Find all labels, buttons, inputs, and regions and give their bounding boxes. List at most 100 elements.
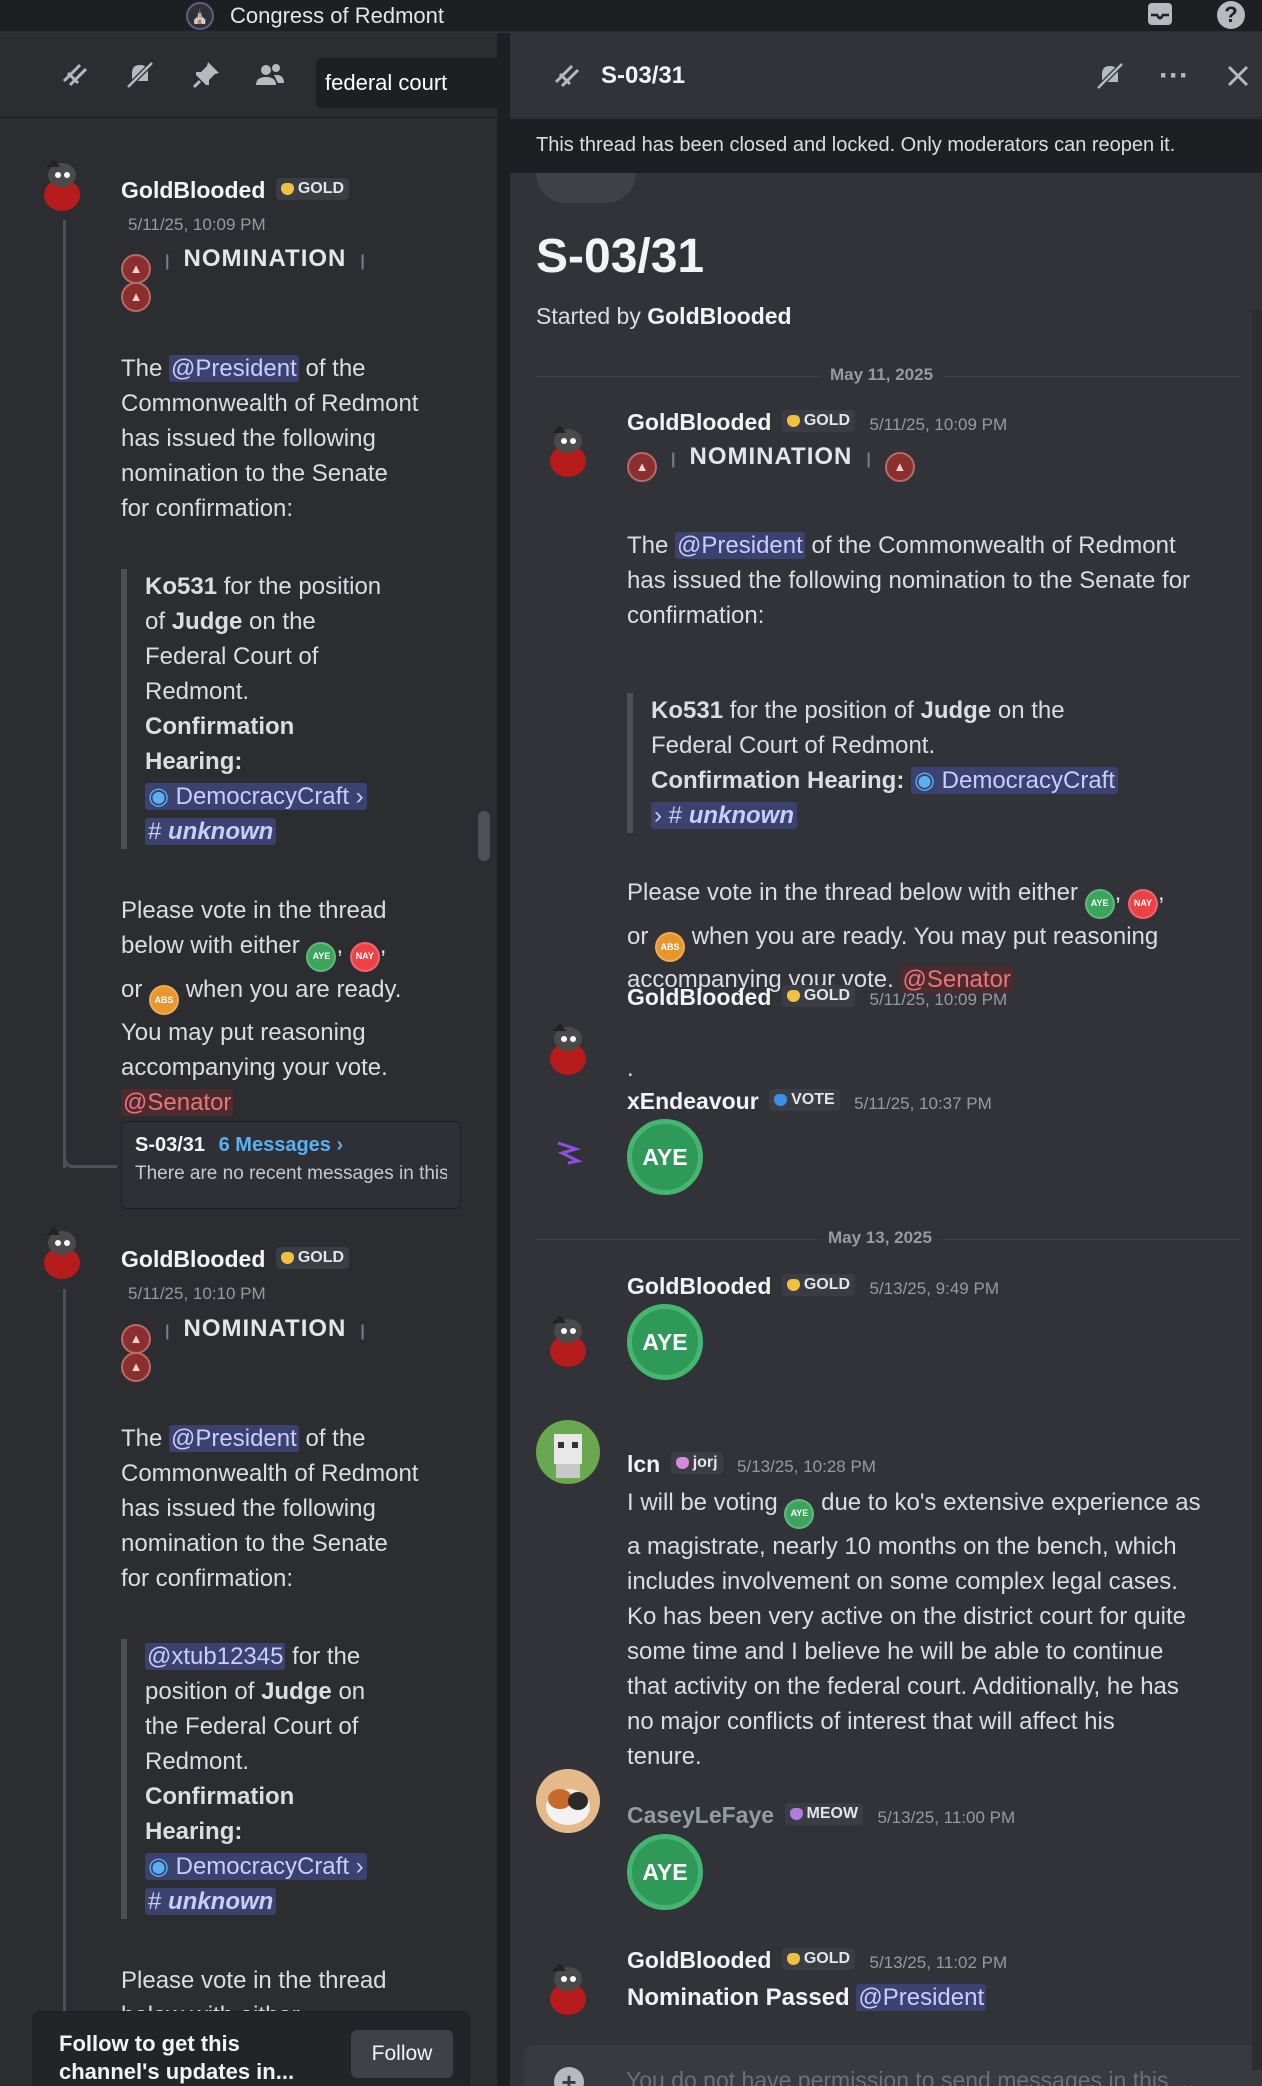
thread-header: S-03/31 ··· [510, 33, 1262, 118]
avatar[interactable] [536, 419, 600, 483]
channel-link[interactable]: › # unknown [651, 802, 798, 829]
author-name[interactable]: GoldBlooded [121, 1246, 265, 1272]
follow-button[interactable]: Follow [351, 2030, 453, 2078]
timestamp: 5/13/25, 10:28 PM [737, 1457, 876, 1476]
thread-spine-curve [63, 1133, 117, 1168]
pin-icon[interactable] [188, 57, 224, 93]
avatar[interactable] [30, 153, 94, 217]
server-link[interactable]: ◉ DemocracyCraft [911, 767, 1119, 794]
text: the Federal Court of [145, 1713, 359, 1740]
text: of [145, 608, 166, 635]
avatar[interactable] [536, 1017, 600, 1081]
text: Judge [261, 1678, 332, 1705]
message-body: Nomination Passed @President [627, 1980, 987, 2015]
author-name[interactable]: GoldBlooded [627, 1947, 771, 1973]
mention-president[interactable]: @President [675, 532, 805, 559]
author-name[interactable]: lcn [627, 1451, 660, 1477]
author-name[interactable]: GoldBlooded [627, 409, 771, 435]
locked-notice: This thread has been closed and locked. … [510, 119, 1262, 173]
channel-link[interactable]: # unknown [145, 1888, 277, 1915]
mute-notifications-icon[interactable] [1092, 58, 1128, 94]
message-body: The @President of the Commonwealth of Re… [121, 351, 481, 526]
thread-message-count[interactable]: 6 Messages › [219, 1134, 344, 1156]
text: below with either [121, 932, 300, 959]
member-list-icon[interactable] [252, 57, 288, 93]
thread-title: S-03/31 [601, 62, 686, 89]
author-name[interactable]: xEndeavour [627, 1088, 759, 1114]
text: Hearing: [145, 748, 243, 775]
thread-spine [63, 1289, 66, 2086]
nomination-label: NOMINATION [689, 443, 853, 470]
text: nomination to the Senate [121, 460, 388, 487]
search-input[interactable]: federal court [316, 58, 497, 108]
mention-president[interactable]: @President [169, 355, 299, 382]
mention-user[interactable]: @xtub12345 [145, 1643, 286, 1670]
text: The [121, 355, 163, 382]
message-body: I will be voting AYE due to ko's extensi… [627, 1485, 1252, 1774]
seal-row: ▲ [121, 1351, 151, 1382]
seal-icon: ▲ [627, 451, 657, 482]
avatar[interactable] [536, 1769, 600, 1833]
message-header: CaseyLeFaye MEOW 5/13/25, 11:00 PM [627, 1802, 1015, 1829]
server-link-label: DemocracyCraft [175, 1853, 349, 1880]
timestamp: 5/11/25, 10:09 PM [869, 990, 1008, 1009]
avatar[interactable] [30, 1221, 94, 1285]
thread-scrollbar-track[interactable] [1252, 310, 1262, 2070]
mention-president[interactable]: @President [169, 1425, 299, 1452]
blockquote: Ko531 for the position of Judge on the F… [121, 569, 421, 849]
text: Please vote in the thread [121, 1967, 387, 1994]
thread-start-icon [536, 173, 636, 203]
text: Started by [536, 303, 641, 329]
help-icon[interactable]: ? [1217, 1, 1245, 29]
message-header: GoldBlooded GOLD [121, 177, 350, 204]
threads-icon[interactable] [58, 57, 94, 93]
text: Federal Court of [145, 643, 319, 670]
close-icon[interactable] [1220, 58, 1256, 94]
text: Ko has been very active on the district … [627, 1602, 1186, 1630]
avatar[interactable] [536, 1957, 600, 2021]
message-body: The @President of the Commonwealth of Re… [627, 528, 1247, 633]
server-link-label: DemocracyCraft [175, 783, 349, 810]
mute-notifications-icon[interactable] [122, 57, 158, 93]
text: has issued the following [121, 425, 376, 452]
thread-panel: S-03/31 ··· This thread has been closed … [510, 33, 1262, 2086]
follow-banner: Follow to get this channel's updates in.… [32, 2011, 470, 2086]
more-options-icon[interactable]: ··· [1156, 58, 1192, 94]
message-header: GoldBlooded GOLD 5/11/25, 10:09 PM [627, 984, 1007, 1011]
channel-link[interactable]: # unknown [145, 818, 277, 845]
text: position of [145, 1678, 255, 1705]
starter-name[interactable]: GoldBlooded [647, 303, 791, 329]
author-name[interactable]: CaseyLeFaye [627, 1802, 774, 1828]
server-link[interactable]: ◉ DemocracyCraft › [145, 783, 367, 810]
avatar[interactable] [536, 1420, 600, 1484]
thread-card[interactable]: S-03/31 6 Messages › There are no recent… [121, 1121, 461, 1209]
role-tag: GOLD [781, 1948, 856, 1970]
author-name[interactable]: GoldBlooded [627, 984, 771, 1010]
avatar[interactable] [536, 1309, 600, 1373]
text: has issued the following nomination to t… [627, 567, 1191, 594]
nomination-banner: ▲ | NOMINATION | ▲ [627, 443, 915, 482]
add-attachment-icon[interactable]: + [554, 2067, 584, 2086]
mention-senator[interactable]: @Senator [121, 1089, 234, 1116]
role-tag: GOLD [781, 1274, 856, 1296]
composer-placeholder: You do not have permission to send messa… [626, 2067, 1195, 2086]
channel-name: unknown [168, 818, 274, 845]
author-name[interactable]: GoldBlooded [121, 177, 265, 203]
message-header: GoldBlooded GOLD 5/13/25, 11:02 PM [627, 1947, 1007, 1974]
panel-resize-handle[interactable] [497, 33, 510, 2086]
text: Hearing: [145, 1818, 243, 1845]
thread-icon [550, 58, 586, 94]
nomination-label: NOMINATION [183, 245, 347, 272]
scrollbar-thumb[interactable] [478, 811, 490, 861]
mention-president[interactable]: @President [856, 1984, 987, 2011]
timestamp: 5/11/25, 10:37 PM [854, 1094, 992, 1113]
text: on the [997, 697, 1065, 724]
server-link[interactable]: ◉ DemocracyCraft › [145, 1853, 367, 1880]
inbox-icon[interactable] [1146, 0, 1174, 28]
seal-icon: ▲ [884, 451, 915, 482]
role-tag: jorj [670, 1452, 723, 1474]
blockquote: Ko531 for the position of Judge on the F… [627, 693, 1187, 833]
avatar[interactable] [536, 1121, 600, 1185]
author-name[interactable]: GoldBlooded [627, 1273, 771, 1299]
role-tag-label: GOLD [803, 987, 851, 1004]
